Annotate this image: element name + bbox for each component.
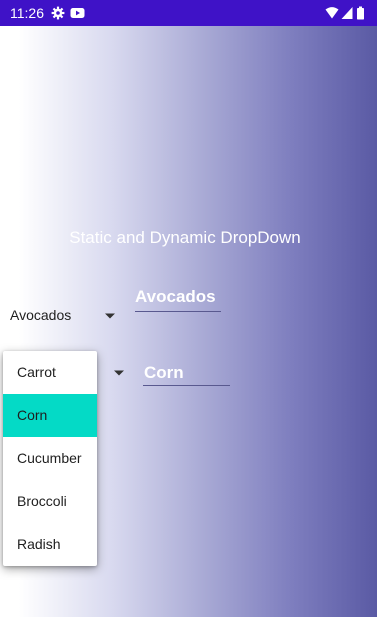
dropdown-arrow-icon [114, 370, 124, 376]
dynamic-selected-underline [143, 385, 230, 386]
battery-icon [357, 6, 364, 20]
wifi-icon [325, 7, 339, 19]
page-title: Static and Dynamic DropDown [69, 228, 301, 247]
bottom-edge [0, 617, 377, 623]
dropdown-option-broccoli[interactable]: Broccoli [3, 480, 97, 523]
static-selected-label: Avocados [135, 287, 216, 306]
static-dropdown[interactable]: Avocados [10, 302, 118, 330]
app-window: 11:26 Static and Dynamic DropDown Avocad… [0, 0, 377, 623]
dropdown-arrow-icon [105, 313, 115, 319]
dropdown-option-corn[interactable]: Corn [3, 394, 97, 437]
static-dropdown-value: Avocados [10, 307, 72, 323]
dropdown-popup-menu: Carrot Corn Cucumber Broccoli Radish [3, 351, 97, 566]
dropdown-option-carrot[interactable]: Carrot [3, 351, 97, 394]
static-selected-underline [135, 311, 221, 312]
dropdown-option-radish[interactable]: Radish [3, 523, 97, 566]
dynamic-selected-label: Corn [144, 363, 184, 382]
youtube-icon [70, 8, 85, 18]
dropdown-option-cucumber[interactable]: Cucumber [3, 437, 97, 480]
gear-icon [51, 6, 65, 20]
status-time: 11:26 [10, 5, 44, 21]
status-bar: 11:26 [0, 0, 377, 26]
signal-icon [341, 7, 353, 19]
